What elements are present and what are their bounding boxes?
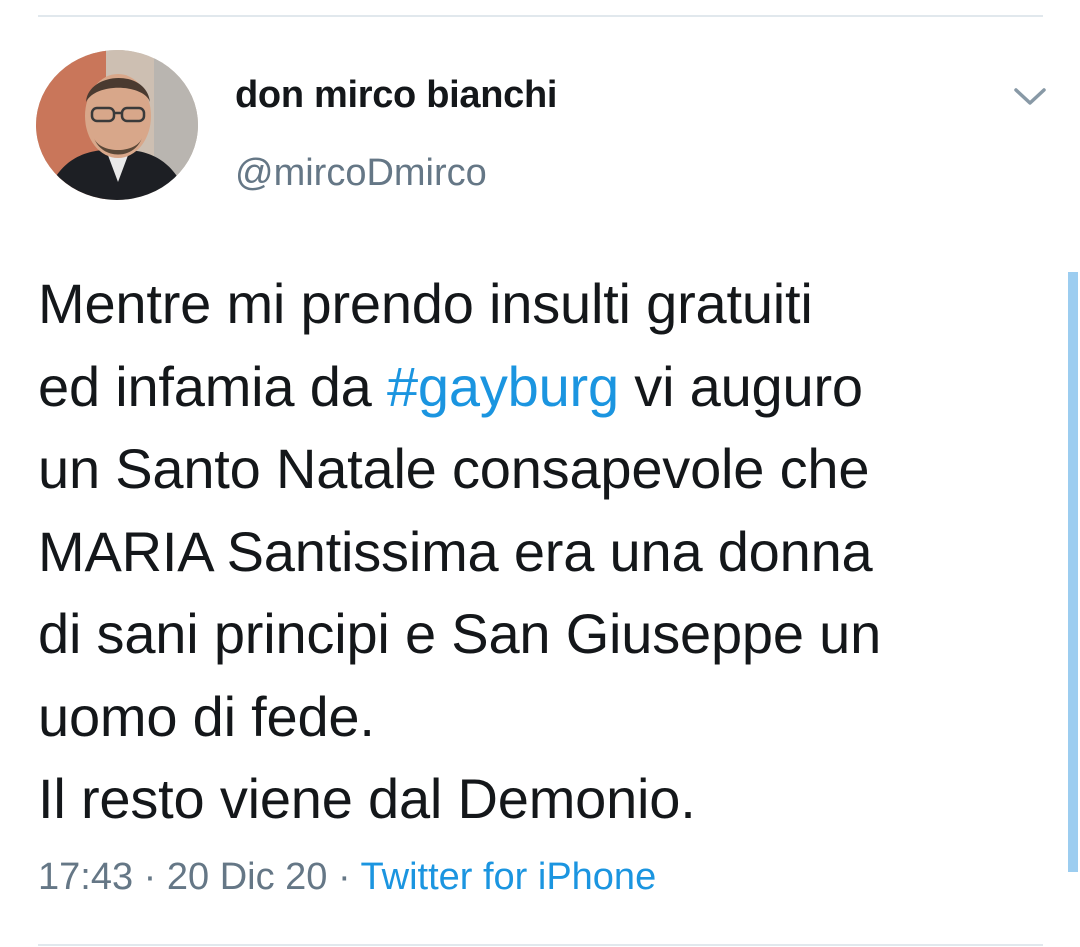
tweet-text-line: un Santo Natale consapevole che <box>38 437 870 500</box>
tweet-text-line: Mentre mi prendo insulti gratuiti <box>38 272 813 335</box>
meta-separator: · <box>143 856 157 898</box>
chevron-down-icon[interactable] <box>1010 82 1050 112</box>
tweet-text-line: MARIA Santissima era una donna <box>38 519 873 583</box>
avatar[interactable] <box>36 50 198 200</box>
scrollbar[interactable] <box>1068 272 1078 872</box>
tweet-time[interactable]: 17:43 <box>38 856 133 898</box>
tweet-date[interactable]: 20 Dic 20 <box>167 856 328 898</box>
meta-separator: · <box>337 856 351 898</box>
tweet-text-line: di sani principi e San Giuseppe un <box>38 602 882 665</box>
avatar-photo <box>36 50 198 200</box>
tweet-text: Mentre mi prendo insulti gratuiti ed inf… <box>38 263 1048 841</box>
author-display-name[interactable]: don mirco bianchi <box>235 74 557 117</box>
bottom-divider <box>38 944 1043 946</box>
tweet-source-link[interactable]: Twitter for iPhone <box>361 856 657 898</box>
tweet-text-line: uomo di fede. <box>38 684 375 748</box>
tweet-metadata: 17:43 · 20 Dic 20 · Twitter for iPhone <box>38 856 656 899</box>
top-divider <box>38 15 1043 17</box>
hashtag-link[interactable]: #gayburg <box>387 355 619 418</box>
tweet-text-line: ed infamia da #gayburg vi auguro <box>38 354 863 418</box>
author-handle[interactable]: @mircoDmirco <box>235 152 487 195</box>
tweet-text-line: Il resto viene dal Demonio. <box>38 767 696 830</box>
